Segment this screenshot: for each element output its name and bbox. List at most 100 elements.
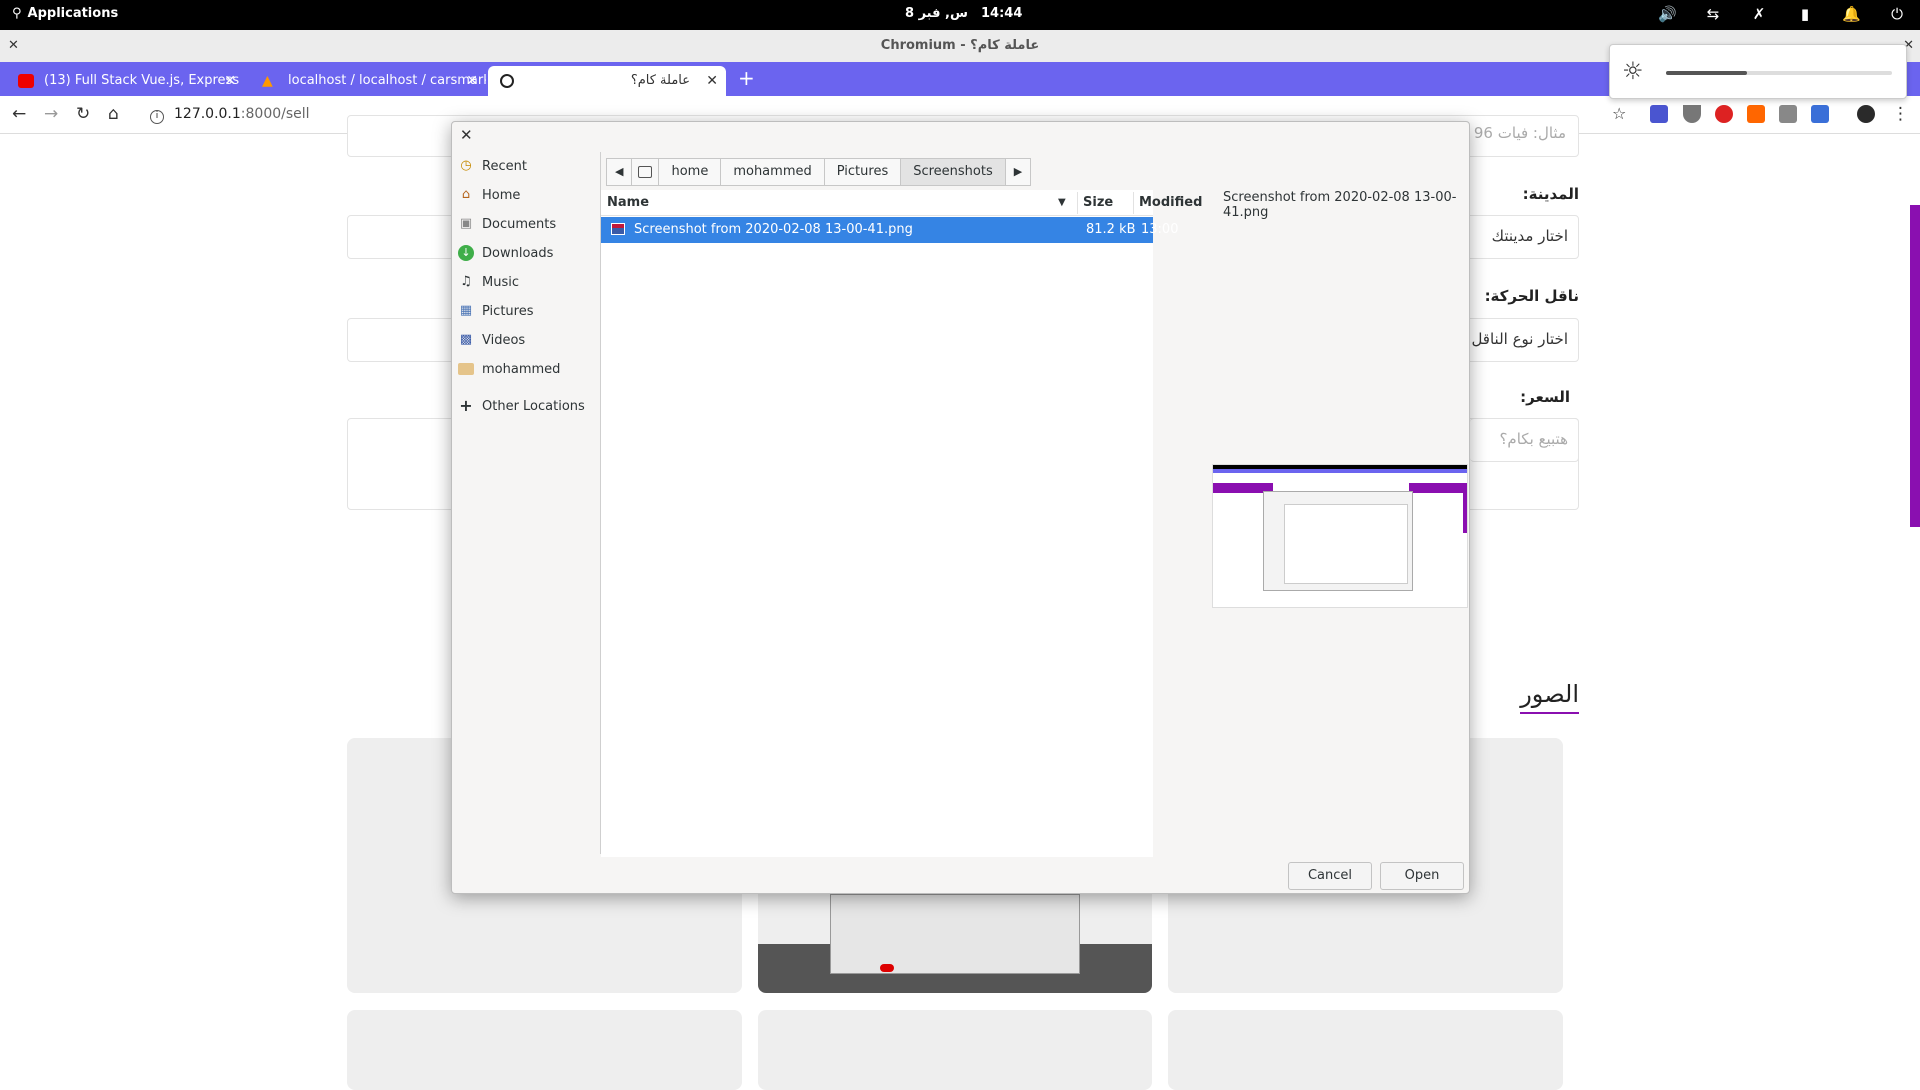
path-crumb-pictures[interactable]: Pictures: [823, 158, 902, 186]
photo-slot[interactable]: [758, 1010, 1152, 1090]
preview-thumbnail-scrollbar: [1463, 493, 1467, 533]
applications-menu[interactable]: ⚲ Applications: [12, 6, 118, 21]
tab-youtube[interactable]: (13) Full Stack Vue.js, Express & ✕: [6, 66, 244, 96]
volume-icon[interactable]: 🔊: [1658, 5, 1677, 23]
tab-close-icon[interactable]: ✕: [706, 66, 718, 96]
path-crumb-screenshots[interactable]: Screenshots: [900, 158, 1006, 186]
sidebar-item-label: Recent: [482, 158, 527, 174]
bookmark-star-icon[interactable]: ☆: [1612, 104, 1626, 123]
sidebar-item-label: Videos: [482, 332, 526, 348]
photo-thumbnail-window: [830, 894, 1080, 974]
file-list: Name ▼ Size Modified Screenshot from 202…: [601, 190, 1202, 857]
brightness-popup: ☼: [1609, 44, 1907, 99]
page-scrollbar[interactable]: [1910, 205, 1920, 527]
sidebar-item-videos[interactable]: ▩ Videos: [458, 326, 598, 354]
sidebar-item-home[interactable]: ⌂ Home: [458, 181, 598, 209]
site-info-icon[interactable]: i: [150, 110, 164, 124]
new-tab-button[interactable]: +: [738, 66, 755, 90]
path-root-button[interactable]: [631, 158, 660, 186]
sidebar-item-label: Other Locations: [482, 398, 585, 414]
image-file-icon: [611, 223, 625, 235]
sidebar-item-other-locations[interactable]: + Other Locations: [458, 392, 598, 420]
sidebar-item-recent[interactable]: ◷ Recent: [458, 152, 598, 180]
file-list-header: Name ▼ Size Modified: [601, 190, 1202, 216]
price-input[interactable]: هتبيع بكام؟: [1470, 418, 1579, 462]
model-placeholder: مثال: فيات 96: [1473, 124, 1566, 142]
forward-icon[interactable]: →: [44, 104, 58, 124]
music-icon: ♫: [460, 274, 472, 289]
close-icon[interactable]: ✕: [460, 126, 473, 144]
home-icon: ⌂: [461, 187, 471, 202]
transmission-label: ناقل الحركة:: [1484, 287, 1579, 305]
back-icon[interactable]: ←: [12, 104, 26, 124]
bluetooth-icon[interactable]: ✗: [1750, 5, 1768, 23]
sidebar-item-pictures[interactable]: ▦ Pictures: [458, 297, 598, 325]
tab-title: localhost / localhost / carsmark: [288, 73, 486, 88]
photo-slot[interactable]: [1168, 1010, 1563, 1090]
path-crumb-home[interactable]: home: [658, 158, 722, 186]
sidebar-item-label: Documents: [482, 216, 557, 232]
power-icon[interactable]: ⏻: [1888, 5, 1906, 23]
tab-phpmyadmin[interactable]: ▲ localhost / localhost / carsmark ✕: [250, 66, 486, 96]
column-size[interactable]: Size: [1083, 195, 1113, 210]
network-icon[interactable]: ⇆: [1704, 5, 1722, 23]
sidebar-item-music[interactable]: ♫ Music: [458, 268, 598, 296]
column-modified[interactable]: Modified: [1139, 195, 1202, 210]
file-name: Screenshot from 2020-02-08 13-00-41.png: [634, 222, 913, 237]
extension-red-icon[interactable]: [1715, 105, 1733, 123]
menu-icon[interactable]: ⋮: [1892, 104, 1909, 124]
path-back-button[interactable]: ◀: [606, 158, 633, 186]
open-button[interactable]: Open: [1380, 862, 1464, 890]
file-modified: 13:00: [1141, 222, 1179, 237]
sidebar-item-mohammed[interactable]: mohammed: [458, 355, 598, 383]
reload-icon[interactable]: ↻: [76, 104, 90, 124]
videos-icon: ▩: [459, 332, 473, 347]
sidebar-item-documents[interactable]: ▣ Documents: [458, 210, 598, 238]
extension-orange-icon[interactable]: [1747, 105, 1765, 123]
globe-icon: [500, 74, 514, 88]
url-path: :8000/sell: [240, 106, 310, 122]
cancel-button[interactable]: Cancel: [1288, 862, 1372, 890]
brightness-slider[interactable]: [1666, 71, 1892, 75]
extension-blue-icon[interactable]: [1811, 105, 1829, 123]
price-label: السعر:: [1520, 388, 1570, 406]
photo-slot[interactable]: [347, 1010, 742, 1090]
top-panel: ⚲ Applications س, فبر 8 14:44 🔊 ⇆ ✗ ▮ 🔔 …: [0, 0, 1920, 30]
documents-icon: ▣: [459, 216, 473, 231]
home-icon[interactable]: ⌂: [108, 104, 119, 124]
tab-close-icon[interactable]: ✕: [224, 66, 236, 96]
extension-vue-icon[interactable]: [1683, 105, 1701, 123]
sort-descending-icon: ▼: [1058, 197, 1066, 208]
brightness-slider-fill: [1666, 71, 1748, 75]
column-name[interactable]: Name: [607, 195, 649, 210]
clock[interactable]: 14:44: [981, 6, 1022, 21]
pictures-icon: ▦: [459, 303, 473, 318]
window-title: Chromium - عاملة كام؟: [880, 38, 1040, 53]
date-indicator[interactable]: س, فبر 8: [905, 6, 968, 21]
youtube-icon: [18, 74, 34, 88]
preview-thumbnail-dialog: [1263, 491, 1413, 591]
avatar[interactable]: [1857, 105, 1875, 123]
sidebar-item-label: Home: [482, 187, 521, 203]
sidebar-item-label: Downloads: [482, 245, 554, 261]
sidebar-item-label: Music: [482, 274, 519, 290]
tab-title: (13) Full Stack Vue.js, Express &: [44, 73, 244, 88]
sidebar-item-downloads[interactable]: ↓ Downloads: [458, 239, 598, 267]
close-window-icon[interactable]: ✕: [8, 30, 19, 62]
battery-icon[interactable]: ▮: [1796, 5, 1814, 23]
extension-shield-icon[interactable]: [1650, 105, 1668, 123]
tab-title: عاملة كام؟: [630, 73, 690, 88]
path-crumb-mohammed[interactable]: mohammed: [720, 158, 825, 186]
recent-icon: ◷: [460, 158, 472, 173]
notifications-icon[interactable]: 🔔: [1842, 5, 1861, 23]
tab-active-page[interactable]: عاملة كام؟ ✕: [488, 66, 726, 96]
address-bar[interactable]: i 127.0.0.1:8000/sell: [150, 106, 310, 124]
transmission-placeholder: اختار نوع الناقل: [1471, 330, 1568, 348]
tab-close-icon[interactable]: ✕: [466, 66, 478, 96]
extension-gray-icon[interactable]: [1779, 105, 1797, 123]
file-size: 81.2 kB: [1086, 222, 1136, 237]
file-row-selected[interactable]: Screenshot from 2020-02-08 13-00-41.png …: [601, 217, 1178, 243]
path-forward-button[interactable]: ▶: [1004, 158, 1032, 186]
column-divider: [1133, 192, 1134, 214]
file-chooser-dialog: ✕ ◷ Recent ⌂ Home ▣ Documents ↓ Download…: [451, 121, 1470, 894]
